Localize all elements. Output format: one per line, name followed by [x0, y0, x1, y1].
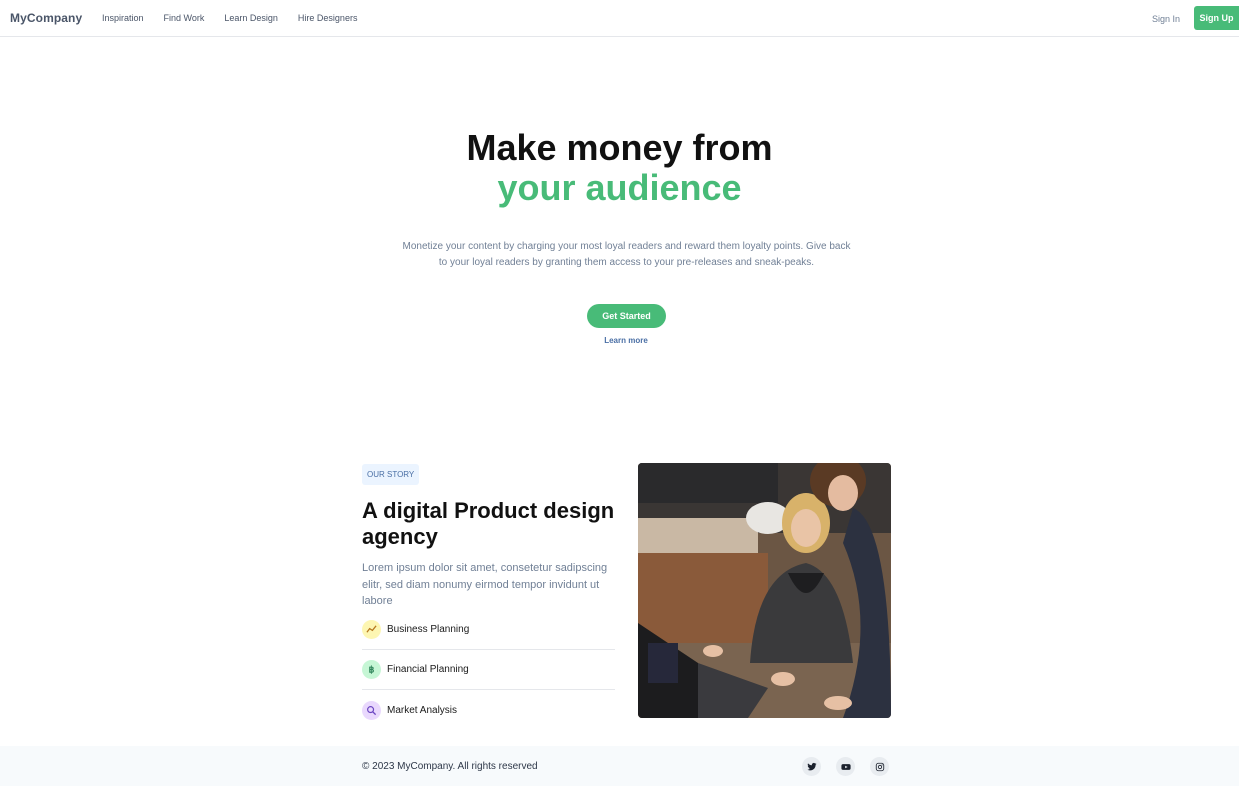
feature-label: Financial Planning: [387, 664, 469, 675]
youtube-icon[interactable]: [836, 757, 855, 776]
hero-title-accent: your audience: [497, 167, 742, 208]
sign-in-link[interactable]: Sign In: [1152, 14, 1180, 24]
feature-item-financial-planning: ฿ Financial Planning: [362, 650, 615, 690]
hero-title-line1: Make money from: [466, 127, 773, 168]
learn-more-link[interactable]: Learn more: [0, 336, 1239, 345]
nav-link-hire-designers[interactable]: Hire Designers: [298, 13, 358, 23]
team-photo: [638, 463, 891, 718]
story-title: A digital Product design agency: [362, 498, 615, 549]
nav-link-learn-design[interactable]: Learn Design: [224, 13, 278, 23]
footer: © 2023 MyCompany. All rights reserved: [0, 746, 1239, 786]
feature-item-market-analysis: Market Analysis: [362, 690, 615, 730]
social-links: [802, 757, 889, 776]
nav-link-inspiration[interactable]: Inspiration: [102, 13, 144, 23]
twitter-icon[interactable]: [802, 757, 821, 776]
feature-label: Business Planning: [387, 624, 470, 635]
search-icon: [362, 700, 381, 720]
get-started-button[interactable]: Get Started: [587, 304, 666, 328]
feature-list: Business Planning ฿ Financial Planning M…: [362, 610, 615, 730]
bitcoin-icon: ฿: [362, 660, 381, 679]
trend-icon: [362, 620, 381, 639]
main-nav: Inspiration Find Work Learn Design Hire …: [102, 13, 357, 23]
hero-title: Make money from your audience: [0, 128, 1239, 208]
copyright-text: © 2023 MyCompany. All rights reserved: [362, 761, 538, 772]
brand-logo[interactable]: MyCompany: [10, 11, 82, 25]
hero-subtitle: Monetize your content by charging your m…: [402, 241, 851, 268]
nav-link-find-work[interactable]: Find Work: [164, 13, 205, 23]
top-navbar: MyCompany Inspiration Find Work Learn De…: [0, 0, 1239, 37]
svg-text:฿: ฿: [369, 665, 375, 675]
story-text: Lorem ipsum dolor sit amet, consetetur s…: [362, 562, 608, 607]
feature-label: Market Analysis: [387, 704, 458, 716]
sign-up-button[interactable]: Sign Up: [1194, 6, 1239, 30]
feature-item-business-planning: Business Planning: [362, 610, 615, 650]
instagram-icon[interactable]: [870, 757, 889, 776]
our-story-badge: OUR STORY: [362, 464, 420, 485]
